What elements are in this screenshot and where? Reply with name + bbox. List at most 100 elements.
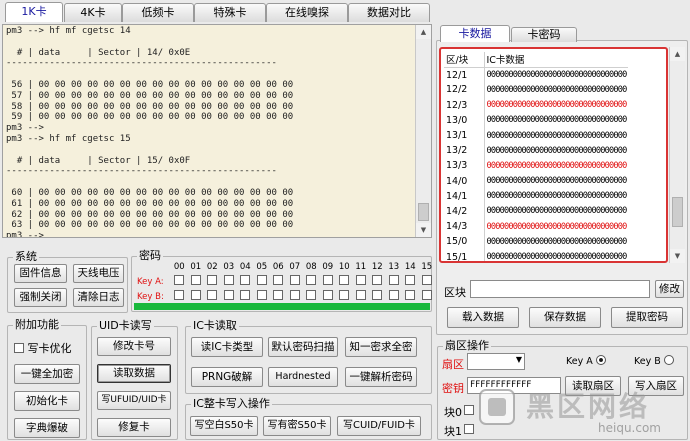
- tab-compare[interactable]: 数据对比: [348, 3, 430, 22]
- radio-checked-icon[interactable]: [595, 355, 606, 365]
- tab-lf[interactable]: 低频卡: [122, 3, 194, 22]
- tab-sniff[interactable]: 在线嗅探: [266, 3, 348, 22]
- checkbox-icon[interactable]: [174, 275, 185, 285]
- checkbox-icon[interactable]: [223, 275, 234, 285]
- card-data-table[interactable]: 区/块 IC卡数据 12/1 000000000000000000000000000…: [439, 47, 668, 263]
- scroll-down-icon[interactable]: ▼: [416, 223, 431, 237]
- key-a-sector-checkbox[interactable]: [270, 274, 287, 289]
- key-a-sector-checkbox[interactable]: [336, 274, 353, 289]
- checkbox-icon[interactable]: [190, 275, 201, 285]
- checkbox-icon[interactable]: [240, 290, 251, 300]
- scroll-up-icon[interactable]: ▲: [416, 25, 431, 39]
- table-row[interactable]: 14/0 00000000000000000000000000000000: [444, 173, 628, 189]
- key-a-sector-checkbox[interactable]: [303, 274, 320, 289]
- checkbox-icon[interactable]: [289, 290, 300, 300]
- checkbox-icon[interactable]: [306, 275, 317, 285]
- table-row[interactable]: 12/2 00000000000000000000000000000000: [444, 82, 628, 98]
- radio-unchecked-icon[interactable]: [663, 355, 674, 365]
- table-row[interactable]: 15/0 00000000000000000000000000000000: [444, 234, 628, 250]
- key-b-sector-checkbox[interactable]: [237, 289, 254, 304]
- table-row[interactable]: 14/3 00000000000000000000000000000000: [444, 219, 628, 235]
- key-b-sector-checkbox[interactable]: [336, 289, 353, 304]
- table-row[interactable]: 15/1 00000000000000000000000000000000: [444, 249, 628, 261]
- key-b-sector-checkbox[interactable]: [320, 289, 337, 304]
- write-ufuid-button[interactable]: 写UFUID/UID卡: [97, 391, 171, 410]
- checkbox-icon[interactable]: [372, 290, 383, 300]
- checkbox-icon[interactable]: [256, 290, 267, 300]
- key-a-sector-checkbox[interactable]: [369, 274, 386, 289]
- table-row[interactable]: 13/1 00000000000000000000000000000000: [444, 127, 628, 144]
- modify-block-button[interactable]: 修改: [655, 280, 684, 298]
- checkbox-icon[interactable]: [405, 275, 416, 285]
- checkbox-icon[interactable]: [223, 290, 234, 300]
- tab-card-data[interactable]: 卡数据: [440, 25, 510, 42]
- known-key-recover-button[interactable]: 知一密求全密: [345, 337, 417, 357]
- key-b-sector-checkbox[interactable]: [221, 289, 238, 304]
- checkbox-icon[interactable]: [322, 275, 333, 285]
- key-a-radio[interactable]: Key A: [566, 355, 606, 367]
- read-ic-type-button[interactable]: 读IC卡类型: [191, 337, 263, 357]
- write-cuid-button[interactable]: 写CUID/FUID卡: [337, 416, 421, 436]
- key-b-sector-checkbox[interactable]: [254, 289, 271, 304]
- one-key-parse-button[interactable]: 一键解析密码: [345, 367, 417, 387]
- key-a-sector-checkbox[interactable]: [320, 274, 337, 289]
- table-row[interactable]: 12/3 00000000000000000000000000000000: [444, 97, 628, 113]
- repair-card-button[interactable]: 修复卡: [97, 418, 171, 437]
- write-blank-s50-button[interactable]: 写空白S50卡: [190, 416, 258, 436]
- terminal-output[interactable]: pm3 --> hf mf cgetsc 14 # | data | Secto…: [2, 24, 432, 238]
- checkbox-icon[interactable]: [421, 290, 432, 300]
- prng-crack-button[interactable]: PRNG破解: [191, 367, 263, 387]
- extract-keys-button[interactable]: 提取密码: [611, 307, 683, 328]
- key-b-sector-checkbox[interactable]: [270, 289, 287, 304]
- key-a-sector-checkbox[interactable]: [353, 274, 370, 289]
- key-a-sector-checkbox[interactable]: [402, 274, 419, 289]
- key-a-sector-checkbox[interactable]: [254, 274, 271, 289]
- modify-uid-button[interactable]: 修改卡号: [97, 337, 171, 356]
- scroll-down-icon[interactable]: ▼: [670, 249, 685, 263]
- key-b-sector-checkbox[interactable]: [386, 289, 403, 304]
- force-close-button[interactable]: 强制关闭: [14, 288, 67, 307]
- card-table-scrollbar[interactable]: ▲ ▼: [669, 47, 685, 263]
- read-data-button[interactable]: 读取数据: [97, 364, 171, 383]
- key-a-sector-checkbox[interactable]: [419, 274, 436, 289]
- checkbox-icon[interactable]: [256, 275, 267, 285]
- checkbox-icon[interactable]: [388, 275, 399, 285]
- table-row[interactable]: 12/1 00000000000000000000000000000000: [444, 67, 628, 83]
- checkbox-icon[interactable]: [207, 290, 218, 300]
- save-data-button[interactable]: 保存数据: [529, 307, 601, 328]
- tab-1k[interactable]: 1K卡: [5, 2, 63, 22]
- clear-log-button[interactable]: 清除日志: [73, 288, 124, 307]
- write-optimize-checkbox[interactable]: 写卡优化: [14, 340, 72, 356]
- key-b-sector-checkbox[interactable]: [402, 289, 419, 304]
- checkbox-icon[interactable]: [372, 275, 383, 285]
- block-input[interactable]: [470, 280, 650, 298]
- firmware-info-button[interactable]: 固件信息: [14, 264, 67, 283]
- checkbox-icon[interactable]: [339, 275, 350, 285]
- key-b-sector-checkbox[interactable]: [303, 289, 320, 304]
- checkbox-icon[interactable]: [388, 290, 399, 300]
- terminal-scrollbar[interactable]: ▲ ▼: [415, 25, 431, 237]
- checkbox-icon[interactable]: [306, 290, 317, 300]
- key-a-sector-checkbox[interactable]: [237, 274, 254, 289]
- key-b-sector-checkbox[interactable]: [369, 289, 386, 304]
- checkbox-icon[interactable]: [14, 343, 24, 353]
- key-a-sector-checkbox[interactable]: [221, 274, 238, 289]
- checkbox-icon[interactable]: [355, 290, 366, 300]
- key-a-sector-checkbox[interactable]: [287, 274, 304, 289]
- hardnested-button[interactable]: Hardnested: [268, 367, 338, 387]
- checkbox-icon[interactable]: [207, 275, 218, 285]
- one-key-encrypt-button[interactable]: 一键全加密: [14, 364, 80, 384]
- key-b-radio[interactable]: Key B: [634, 355, 674, 367]
- checkbox-icon[interactable]: [421, 275, 432, 285]
- table-row[interactable]: 13/3 00000000000000000000000000000000: [444, 158, 628, 174]
- table-row[interactable]: 13/2 00000000000000000000000000000000: [444, 143, 628, 159]
- dictionary-attack-button[interactable]: 字典爆破: [14, 418, 80, 438]
- default-key-scan-button[interactable]: 默认密码扫描: [268, 337, 338, 357]
- init-card-button[interactable]: 初始化卡: [14, 391, 80, 411]
- write-keyed-s50-button[interactable]: 写有密S50卡: [263, 416, 331, 436]
- tab-4k[interactable]: 4K卡: [64, 3, 122, 22]
- key-a-sector-checkbox[interactable]: [204, 274, 221, 289]
- antenna-voltage-button[interactable]: 天线电压: [73, 264, 124, 283]
- key-b-sector-checkbox[interactable]: [204, 289, 221, 304]
- tab-card-keys[interactable]: 卡密码: [511, 27, 577, 42]
